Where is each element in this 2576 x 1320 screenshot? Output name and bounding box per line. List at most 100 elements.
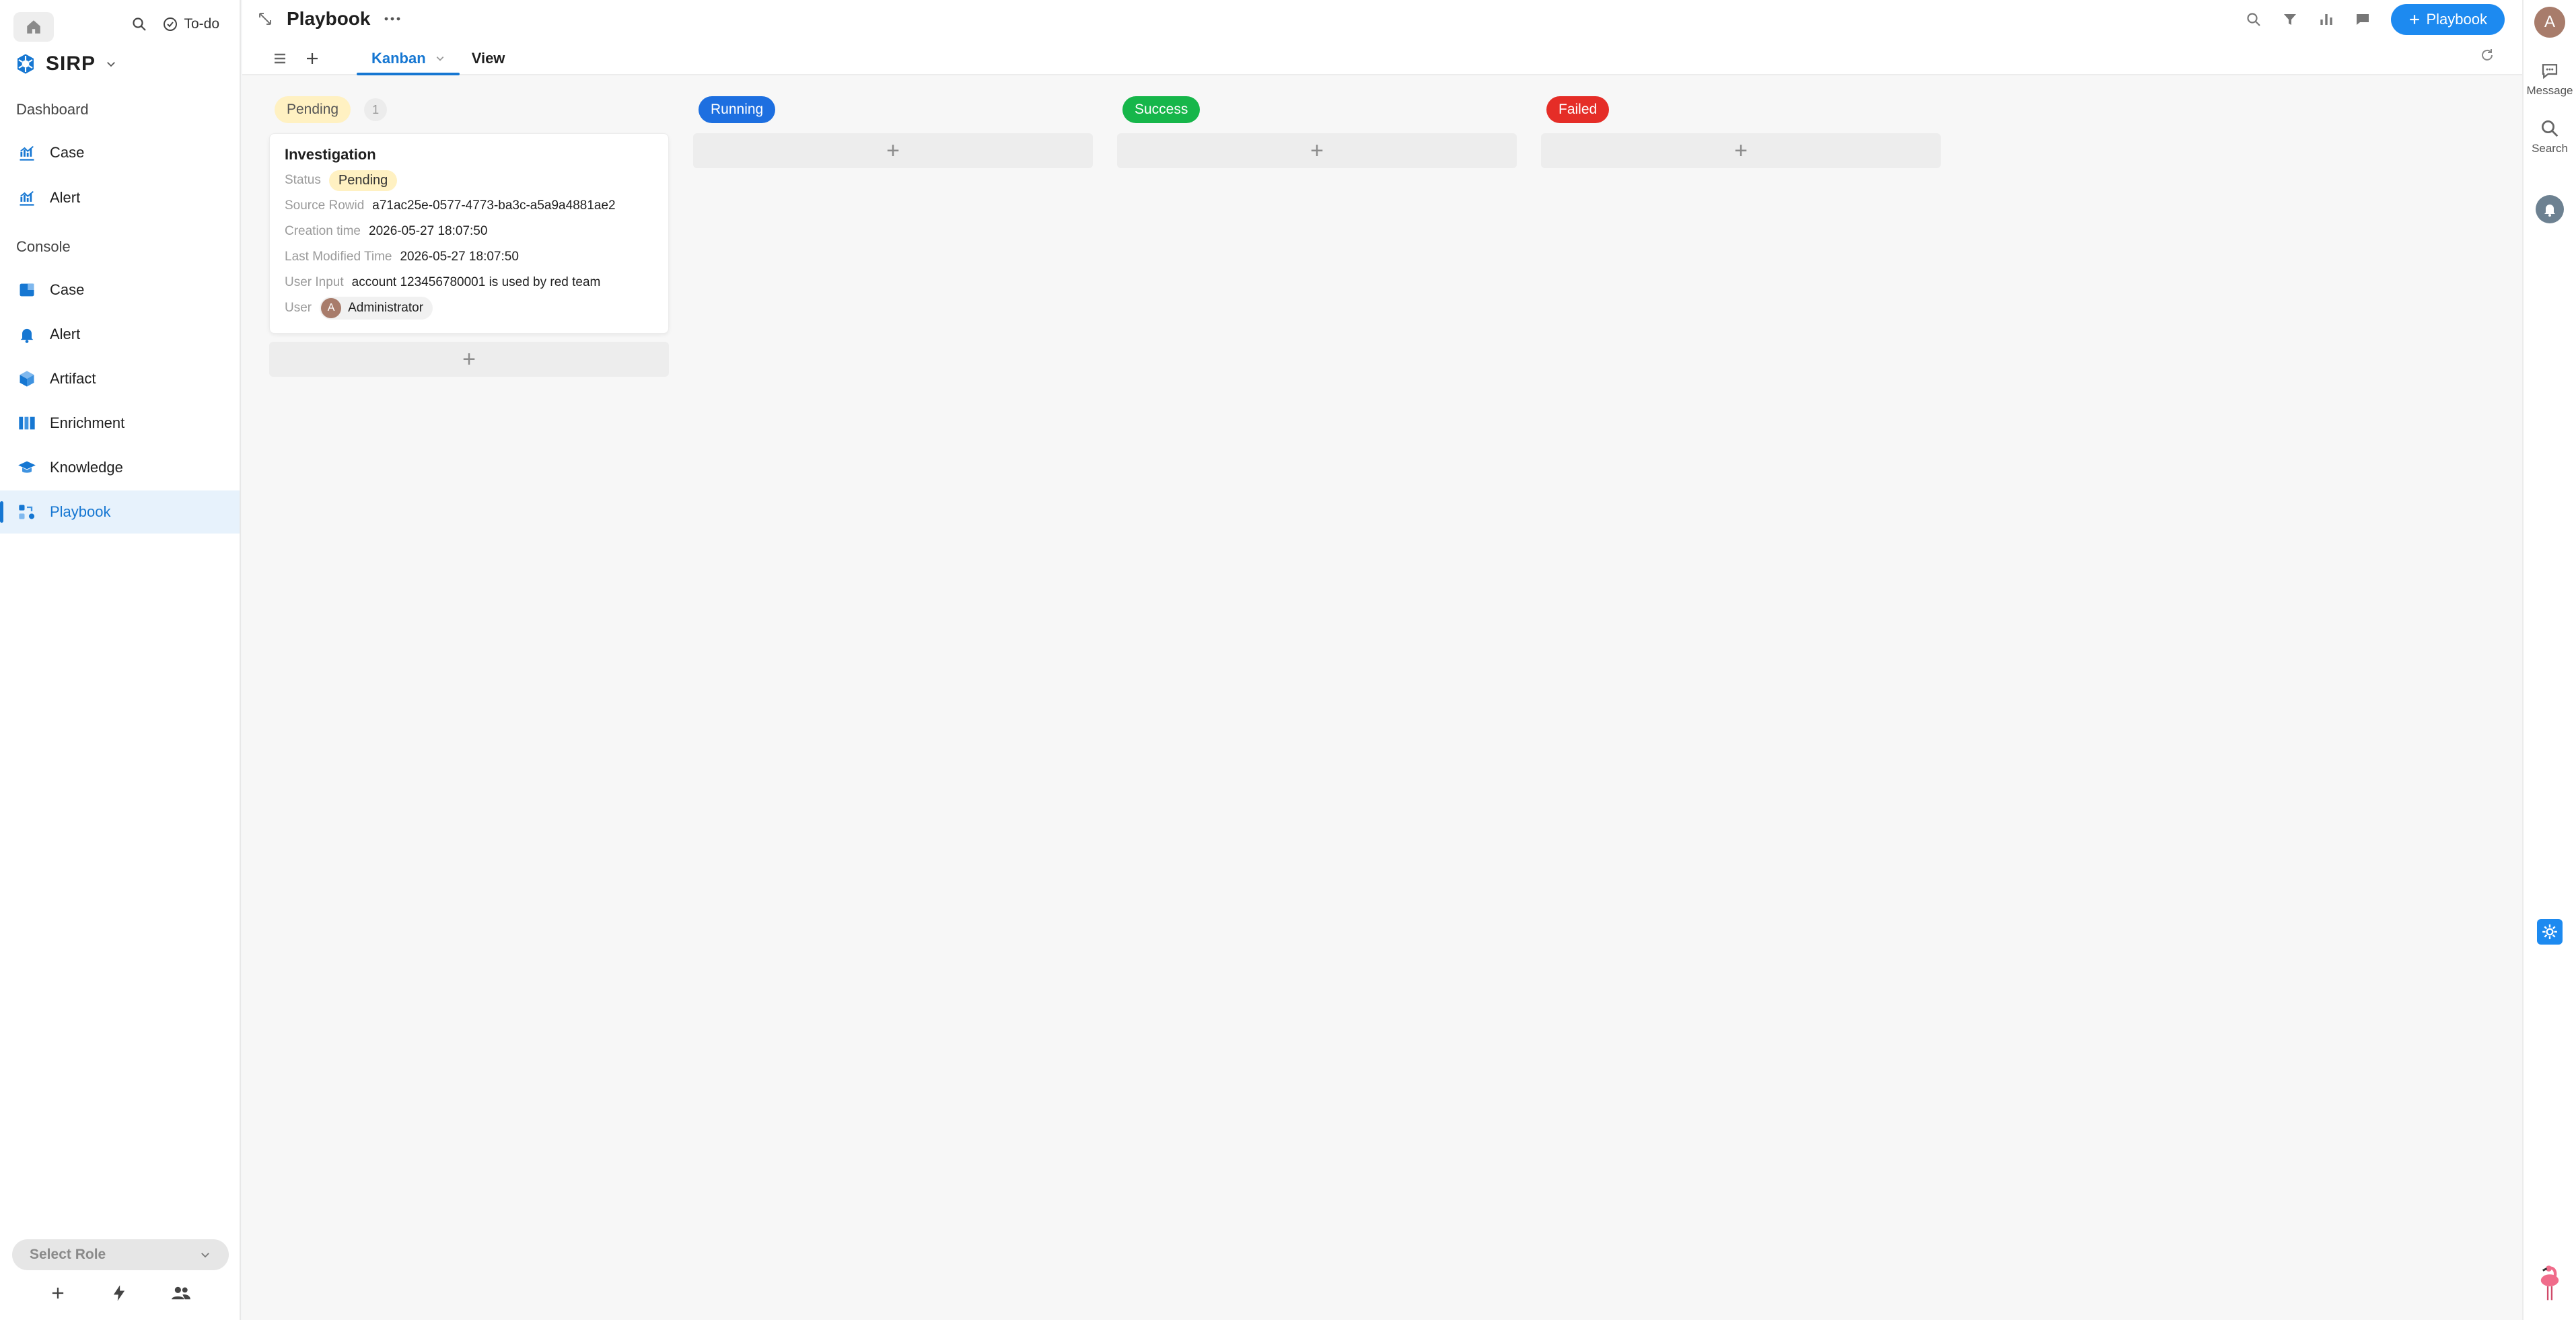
search-icon[interactable]	[131, 16, 147, 32]
plus-icon	[2410, 15, 2420, 24]
plus-icon[interactable]	[48, 1284, 67, 1303]
field-label: Last Modified Time	[285, 250, 392, 264]
sidebar-item-label: Artifact	[50, 370, 96, 387]
column-count: 1	[364, 98, 388, 121]
check-circle-icon	[164, 17, 178, 31]
settings-button[interactable]	[2524, 919, 2576, 945]
tab-kanban-label: Kanban	[371, 50, 426, 67]
main-content: Playbook Kanban View Playbook Pending 1 …	[242, 0, 2522, 1320]
more-icon[interactable]	[384, 15, 401, 22]
card-field-status: Status Pending	[285, 168, 653, 193]
comment-icon[interactable]	[2355, 11, 2371, 28]
message-icon	[2542, 64, 2558, 79]
field-label: Source Rowid	[285, 198, 365, 213]
sidebar-item-enrichment[interactable]: Enrichment	[0, 402, 240, 445]
add-playbook-button[interactable]: Playbook	[2391, 4, 2505, 35]
bell-icon	[17, 325, 36, 344]
search-icon[interactable]	[2246, 11, 2262, 28]
filter-icon[interactable]	[2282, 11, 2298, 28]
status-pill-pending: Pending	[275, 96, 351, 123]
user-chip: A Administrator	[320, 297, 433, 320]
tab-view[interactable]: View	[465, 50, 512, 67]
field-value: 2026-05-27 18:07:50	[369, 224, 488, 238]
brand-switcher[interactable]: SIRP	[15, 52, 117, 75]
sidebar-item-artifact[interactable]: Artifact	[0, 357, 240, 400]
sidebar-item-label: Playbook	[50, 503, 111, 520]
chevron-down-icon	[107, 62, 115, 67]
add-card-button[interactable]: +	[1541, 133, 1941, 168]
cube-icon	[17, 369, 36, 388]
sidebar-item-label: Case	[50, 144, 85, 161]
home-button[interactable]	[13, 12, 54, 42]
list-icon[interactable]	[272, 50, 288, 67]
sidebar-item-case[interactable]: Case	[0, 268, 240, 311]
bell-icon	[2544, 205, 2555, 217]
gear-icon	[2542, 924, 2557, 939]
user-name: Administrator	[348, 301, 424, 315]
sidebar-item-dashboard-alert[interactable]: Alert	[0, 176, 240, 219]
sidebar-item-label: Enrichment	[50, 414, 125, 431]
add-view-icon[interactable]	[304, 50, 320, 67]
select-role-dropdown[interactable]: Select Role	[12, 1239, 229, 1270]
sidebar-item-dashboard-case[interactable]: Case	[0, 131, 240, 174]
chart-icon	[17, 188, 36, 207]
page-header: Playbook Kanban View Playbook	[242, 0, 2522, 75]
user-avatar-button[interactable]: A	[2524, 7, 2576, 38]
sidebar-item-label: Case	[50, 281, 85, 298]
mascot-button[interactable]	[2524, 1262, 2576, 1306]
avatar: A	[2534, 7, 2565, 38]
chevron-down-icon	[436, 57, 443, 61]
rail-search-button[interactable]: Search	[2524, 118, 2576, 155]
header-actions: Playbook	[2246, 4, 2505, 35]
sidebar-item-playbook[interactable]: Playbook	[0, 490, 240, 534]
playbook-icon	[17, 503, 36, 521]
card-field-last-modified: Last Modified Time 2026-05-27 18:07:50	[285, 244, 653, 270]
status-badge: Pending	[328, 170, 398, 191]
message-label: Message	[2526, 84, 2573, 97]
flamingo-icon	[2540, 1266, 2559, 1300]
users-icon[interactable]	[171, 1284, 191, 1303]
field-value: a71ac25e-0577-4773-ba3c-a5a9a4881ae2	[372, 198, 616, 213]
refresh-icon[interactable]	[2479, 47, 2495, 63]
sidebar-item-label: Knowledge	[50, 459, 123, 476]
add-card-button[interactable]: +	[1117, 133, 1517, 168]
message-button[interactable]: Message	[2524, 61, 2576, 98]
field-label: User Input	[285, 275, 344, 289]
card-title: Investigation	[285, 146, 376, 163]
field-value: 2026-05-27 18:07:50	[400, 250, 519, 264]
todo-button[interactable]: To-do	[162, 16, 219, 32]
chevron-down-icon	[201, 1253, 209, 1258]
sidebar-item-label: Alert	[50, 326, 81, 342]
search-label: Search	[2532, 142, 2568, 155]
search-icon	[2542, 120, 2559, 137]
graduation-cap-icon	[17, 458, 36, 477]
field-label: Status	[285, 173, 321, 187]
case-icon	[17, 281, 36, 299]
chart-icon	[17, 143, 36, 162]
kanban-card[interactable]: Investigation Status Pending Source Rowi…	[269, 133, 669, 334]
sidebar-item-knowledge[interactable]: Knowledge	[0, 446, 240, 489]
sidebar: To-do SIRP Dashboard Case Alert Console …	[0, 0, 241, 1320]
add-card-button[interactable]: +	[269, 342, 669, 377]
sidebar-footer	[0, 1284, 240, 1303]
status-pill-running: Running	[699, 96, 776, 123]
add-card-button[interactable]: +	[693, 133, 1093, 168]
notification-button[interactable]	[2524, 195, 2576, 223]
lightning-icon[interactable]	[110, 1284, 129, 1303]
tab-kanban[interactable]: Kanban	[357, 42, 460, 75]
field-value: account 123456780001 is used by red team	[351, 275, 601, 289]
select-role-label: Select Role	[30, 1247, 106, 1262]
view-tabs: Kanban View	[272, 42, 511, 75]
status-pill-success: Success	[1122, 96, 1201, 123]
kanban-column-failed: Failed +	[1541, 94, 1941, 168]
bar-chart-icon[interactable]	[2318, 11, 2334, 28]
sidebar-item-alert[interactable]: Alert	[0, 313, 240, 356]
expand-icon[interactable]	[257, 11, 273, 27]
card-field-creation-time: Creation time 2026-05-27 18:07:50	[285, 219, 653, 244]
field-label: Creation time	[285, 224, 361, 238]
todo-label: To-do	[184, 16, 219, 32]
sirp-logo-icon	[17, 54, 34, 74]
section-title-console: Console	[16, 238, 71, 255]
kanban-column-success: Success +	[1117, 94, 1517, 168]
sidebar-top: To-do	[12, 12, 227, 42]
